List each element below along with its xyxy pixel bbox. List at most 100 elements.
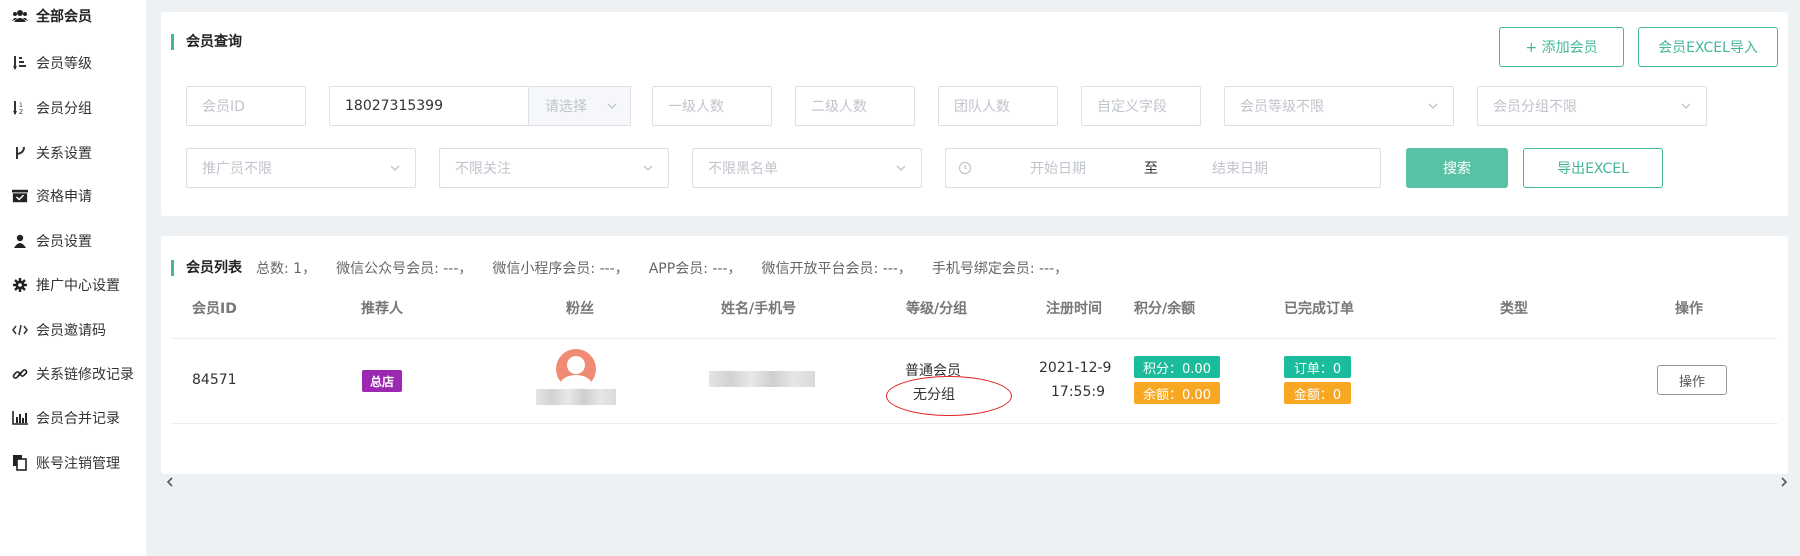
member-group-select-label: 会员分组不限 [1493,99,1577,115]
date-range-picker[interactable]: 开始日期 至 结束日期 [945,148,1381,188]
sidebar-item-invite-code[interactable]: 会员邀请码 [12,318,106,342]
col-fans: 粉丝 [566,301,594,317]
chevron-down-icon [895,162,907,178]
orders-tag: 订单：0 [1284,356,1351,378]
team-count-input[interactable]: 团队人数 [938,86,1058,126]
col-actions: 操作 [1675,301,1703,317]
sidebar-item-promotion-center[interactable]: 推广中心设置 [12,273,120,297]
sidebar: 全部会员 会员等级 1Z 会员分组 关系设置 资格申请 会员设置 推广中心设置 … [0,0,146,556]
sidebar-item-label: 会员邀请码 [36,323,106,339]
svg-text:1: 1 [19,102,23,109]
main-content: 会员查询 + 添加会员 会员EXCEL导入 会员ID 18027315399 请… [146,0,1800,556]
chevron-down-icon [1427,100,1439,116]
clock-icon [958,161,972,175]
col-member-id: 会员ID [192,301,237,317]
scroll-left-icon[interactable] [166,474,178,490]
start-date-input[interactable]: 开始日期 [1030,158,1086,178]
col-type: 类型 [1500,301,1528,317]
member-grade-select[interactable]: 会员等级不限 [1224,86,1454,126]
gear-icon [12,277,28,293]
sidebar-item-relation-log[interactable]: 关系链修改记录 [12,362,134,386]
list-title: 会员列表 [171,260,242,276]
amount-tag: 金额：0 [1284,382,1351,404]
phone-input[interactable]: 18027315399 [329,86,529,126]
cell-reg-time: 17:55:9 [1051,384,1105,400]
user-icon [12,233,28,249]
header-divider [171,338,1778,339]
date-separator: 至 [1144,161,1158,177]
fan-nickname-blurred [536,389,616,405]
row-action-button[interactable]: 操作 [1657,365,1727,395]
chevron-down-icon [606,100,618,116]
stat-total: 总数: 1， [256,261,317,277]
member-id-input[interactable]: 会员ID [186,86,306,126]
annotation-ellipse [886,376,1012,416]
stat-wechat-official: 微信公众号会员: ---， [336,261,473,277]
sidebar-item-label: 账号注销管理 [36,456,120,472]
member-grade-select-label: 会员等级不限 [1240,99,1324,115]
add-member-button[interactable]: + 添加会员 [1499,27,1624,67]
chevron-down-icon [1680,100,1692,116]
svg-text:Z: Z [19,109,23,116]
avatar [556,349,596,389]
sidebar-item-label: 推广中心设置 [36,278,120,294]
sidebar-item-label: 会员分组 [36,101,92,117]
search-button[interactable]: 搜索 [1406,148,1508,188]
stat-wechat-mini: 微信小程序会员: ---， [492,261,629,277]
sidebar-item-label: 资格申请 [36,189,92,205]
referrer-tag: 总店 [362,370,402,392]
copy-icon [12,455,28,471]
promoter-select-label: 推广员不限 [202,161,272,177]
cell-member-id: 84571 [192,372,237,388]
balance-tag: 余额：0.00 [1134,382,1220,404]
fork-icon [12,145,28,161]
chevron-down-icon [642,162,654,178]
end-date-input[interactable]: 结束日期 [1212,158,1268,178]
level2-count-input[interactable]: 二级人数 [795,86,915,126]
sidebar-item-member-group[interactable]: 1Z 会员分组 [12,96,92,120]
blacklist-select[interactable]: 不限黑名单 [692,148,922,188]
promoter-select[interactable]: 推广员不限 [186,148,416,188]
col-referrer: 推荐人 [361,301,403,317]
sidebar-item-label: 全部会员 [36,9,92,25]
query-panel: 会员查询 + 添加会员 会员EXCEL导入 会员ID 18027315399 请… [161,12,1788,216]
sidebar-item-member-settings[interactable]: 会员设置 [12,229,92,253]
phone-type-select[interactable]: 请选择 [529,86,631,126]
col-completed-orders: 已完成订单 [1284,301,1354,317]
sidebar-item-label: 会员合并记录 [36,411,120,427]
col-name-phone: 姓名/手机号 [721,301,797,317]
sort-alpha-icon: 1Z [12,100,28,116]
sidebar-item-relation-settings[interactable]: 关系设置 [12,141,92,165]
bar-chart-icon [12,410,28,426]
list-header: 会员列表 总数: 1， 微信公众号会员: ---， 微信小程序会员: ---， … [171,258,1088,278]
users-icon [12,8,28,24]
scroll-right-icon[interactable] [1780,474,1792,490]
import-excel-button[interactable]: 会员EXCEL导入 [1638,27,1778,67]
stat-phone-bound: 手机号绑定会员: ---， [931,261,1069,277]
member-list-panel: 会员列表 总数: 1， 微信公众号会员: ---， 微信小程序会员: ---， … [161,236,1788,474]
sidebar-item-label: 关系链修改记录 [36,367,134,383]
sidebar-item-qualification[interactable]: 资格申请 [12,184,92,208]
col-reg-time: 注册时间 [1046,301,1102,317]
export-excel-button[interactable]: 导出EXCEL [1523,148,1663,188]
sidebar-item-all-members[interactable]: 全部会员 [12,4,92,28]
follow-select-label: 不限关注 [455,161,511,177]
sidebar-item-label: 会员设置 [36,234,92,250]
cell-reg-date: 2021-12-9 [1039,360,1112,376]
sidebar-item-account-cancel[interactable]: 账号注销管理 [12,451,120,475]
code-icon [12,322,28,338]
member-group-select[interactable]: 会员分组不限 [1477,86,1707,126]
stat-wechat-open: 微信开放平台会员: ---， [761,261,912,277]
phone-type-select-label: 请选择 [545,99,587,115]
inbox-check-icon [12,188,28,204]
sidebar-item-label: 会员等级 [36,56,92,72]
row-divider [171,423,1778,424]
follow-select[interactable]: 不限关注 [439,148,669,188]
level1-count-input[interactable]: 一级人数 [652,86,772,126]
sidebar-item-member-level[interactable]: 会员等级 [12,51,92,75]
chevron-down-icon [389,162,401,178]
custom-field-input[interactable]: 自定义字段 [1081,86,1201,126]
sidebar-item-merge-log[interactable]: 会员合并记录 [12,406,120,430]
sidebar-item-label: 关系设置 [36,146,92,162]
sort-amount-icon [12,55,28,71]
